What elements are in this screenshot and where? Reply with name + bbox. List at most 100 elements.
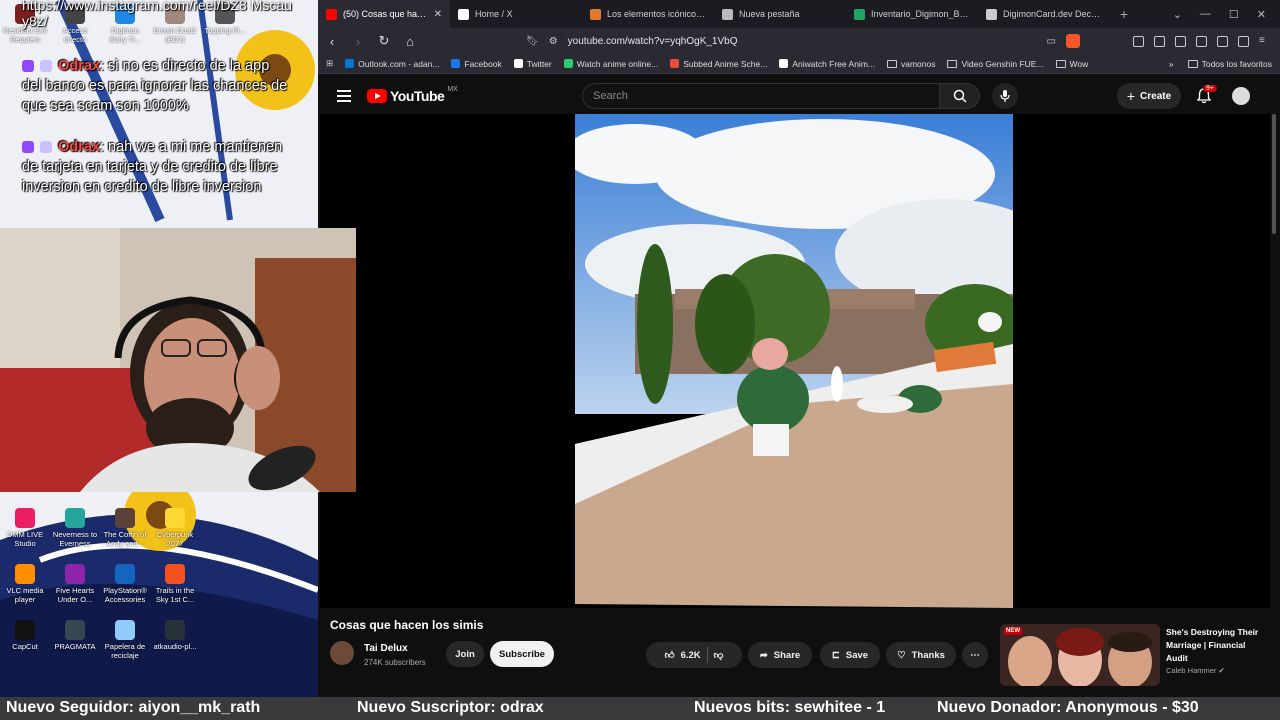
cast-icon[interactable]: ▭ <box>1047 36 1056 47</box>
desktop-shortcut[interactable]: CapCut <box>2 620 48 651</box>
tab-favicon-icon <box>854 8 865 20</box>
search-button[interactable] <box>940 83 980 109</box>
join-label: Join <box>455 648 475 660</box>
desktop-shortcut[interactable]: DMM LIVE Studio <box>2 508 48 548</box>
subscribe-button[interactable]: Subscribe <box>490 641 554 667</box>
desktop-shortcut[interactable]: PlayStation® Accessories <box>102 564 148 604</box>
channel-name[interactable]: Tai Delux <box>364 643 408 654</box>
desktop-shortcut-label: Papelera de reciclaje <box>104 642 146 660</box>
recommended-video[interactable]: NEW She's Destroying Their Marriage | Fi… <box>1000 624 1270 686</box>
dislike-button[interactable]: 👎︎ <box>714 649 724 661</box>
browser-tab[interactable]: (50) Cosas que hacen ✕ <box>318 0 450 28</box>
apps-grid-icon[interactable]: ⊞ <box>326 58 333 69</box>
desktop-shortcut[interactable]: The Coffin of Andy and... <box>102 508 148 548</box>
new-tab-button[interactable]: + <box>1110 6 1138 22</box>
bookmark-label: Facebook <box>464 58 502 69</box>
reload-icon[interactable]: ↻ <box>376 33 392 49</box>
tab-favicon-icon <box>986 8 997 20</box>
back-icon[interactable]: ‹ <box>324 34 340 49</box>
desktop-shortcut[interactable]: Neverness to Everness <box>52 508 98 548</box>
bookmark-icon[interactable]: 🔖︎ <box>526 36 539 47</box>
home-icon[interactable]: ⌂ <box>402 34 418 49</box>
desktop-shortcut[interactable]: Cyberpunk 2077 <box>152 508 198 548</box>
music-icon[interactable] <box>1175 35 1186 47</box>
page-scrollbar[interactable] <box>1270 114 1278 684</box>
account-avatar[interactable] <box>1232 87 1250 105</box>
bookmark-label: Video Genshin FUE... <box>961 58 1044 69</box>
browser-tab[interactable]: Los elementos icónicos insp <box>582 0 714 28</box>
close-icon[interactable]: ✕ <box>1257 8 1266 21</box>
webcam-image <box>0 228 356 492</box>
bookmark-favicon-icon <box>670 59 680 68</box>
recommended-thumbnail[interactable]: NEW <box>1000 624 1160 686</box>
bookmark-item[interactable]: Subbed Anime Sche... <box>670 59 767 69</box>
all-bookmarks-folder[interactable]: Todos los favoritos <box>1187 59 1272 69</box>
brave-shield-icon[interactable] <box>1066 34 1080 48</box>
share-button[interactable]: ➦ Share <box>748 642 812 668</box>
channel-avatar[interactable] <box>330 641 354 665</box>
bookmark-item[interactable]: Facebook <box>451 58 502 69</box>
youtube-wordmark: YouTube <box>390 88 445 104</box>
bookmark-item[interactable]: Video Genshin FUE... <box>947 58 1044 69</box>
minimize-icon[interactable]: — <box>1200 8 1211 21</box>
wallet-icon[interactable] <box>1217 35 1228 47</box>
recommended-title[interactable]: She's Destroying Their Marriage | Financ… <box>1166 626 1266 665</box>
vpn-icon[interactable] <box>1238 35 1249 47</box>
maximize-icon[interactable]: ☐ <box>1229 8 1239 21</box>
browser-tab-bar: (50) Cosas que hacen ✕ Home / X Los element… <box>318 0 1280 28</box>
verified-icon: ✔ <box>1218 666 1225 675</box>
recommended-channel[interactable]: Caleb Hammer <box>1166 666 1216 675</box>
browser-tab[interactable]: Inventario_Digimon_Base - <box>846 0 978 28</box>
video-frame[interactable] <box>575 114 1013 608</box>
app-icon <box>165 620 185 640</box>
bookmark-item[interactable]: Aniwatch Free Anim... <box>779 59 875 69</box>
bookmark-item[interactable]: vamonos <box>886 59 935 69</box>
desktop-shortcut-label: DMM LIVE Studio <box>6 530 44 548</box>
voice-search-button[interactable] <box>992 83 1018 109</box>
desktop-shortcut[interactable]: Five Hearts Under O... <box>52 564 98 604</box>
app-icon <box>15 508 35 528</box>
folder-icon <box>947 59 958 68</box>
sidebar-icon[interactable] <box>1196 35 1207 47</box>
bookmark-label: Aniwatch Free Anim... <box>792 58 875 69</box>
like-count: 6.2K <box>680 649 701 661</box>
desktop-shortcut[interactable]: Papelera de reciclaje <box>102 620 148 660</box>
ticker-bits: Nuevos bits: sewhitee - 1 <box>694 699 886 716</box>
thanks-button[interactable]: ♡ Thanks <box>886 642 956 668</box>
chat-url-message: https://www.instagram.com/reel/DZ8 Mscau… <box>22 0 292 29</box>
video-player[interactable] <box>320 114 1270 608</box>
search-input[interactable] <box>582 83 940 109</box>
subscriber-badge-icon <box>40 60 53 73</box>
browser-tab[interactable]: Home / X <box>450 0 582 28</box>
desktop-shortcut[interactable]: atkaudio-pl... <box>152 620 198 651</box>
desktop-shortcut[interactable]: PRAGMATA <box>52 620 98 651</box>
browser-tab[interactable]: DigimonCard.dev Deck Buil <box>978 0 1110 28</box>
forward-icon[interactable]: › <box>350 34 366 49</box>
youtube-logo[interactable]: YouTube MX <box>367 86 458 104</box>
address-bar[interactable]: 🔖︎ ⚙︎ youtube.com/watch?v=yqhOgK_1VbQ ▭ <box>518 30 1088 52</box>
save-button[interactable]: ⊏ Save <box>820 642 880 668</box>
scrollbar-thumb[interactable] <box>1272 114 1276 234</box>
notification-count-badge: 9+ <box>1203 85 1217 92</box>
close-tab-icon[interactable]: ✕ <box>434 9 442 20</box>
more-bookmarks-icon[interactable]: » <box>1169 59 1174 69</box>
menu-icon[interactable] <box>337 90 351 102</box>
desktop-shortcut-label: Neverness to Everness <box>52 530 98 548</box>
bookmark-item[interactable]: Watch anime online... <box>563 59 658 69</box>
bookmark-item[interactable]: Wow <box>1055 59 1088 69</box>
like-button[interactable]: 👍︎ 6.2K <box>665 649 701 662</box>
menu-icon[interactable]: ≡ <box>1259 35 1270 47</box>
extension-icon[interactable] <box>1133 35 1144 47</box>
puzzle-icon[interactable] <box>1154 35 1165 47</box>
chevron-down-icon[interactable]: ⌄ <box>1173 8 1182 21</box>
join-button[interactable]: Join <box>446 641 484 667</box>
desktop-shortcut[interactable]: VLC media player <box>2 564 48 604</box>
create-button[interactable]: + Create <box>1117 83 1181 109</box>
browser-tab[interactable]: Nueva pestaña <box>714 0 846 28</box>
site-info-icon[interactable]: ⚙︎ <box>549 36 558 47</box>
bookmark-item[interactable]: Outlook.com - adan... <box>345 59 439 69</box>
tab-favicon-icon <box>458 8 469 20</box>
more-actions-button[interactable]: ⋯ <box>962 642 988 668</box>
desktop-shortcut[interactable]: Trails in the Sky 1st C... <box>152 564 198 604</box>
bookmark-item[interactable]: Twitter <box>513 59 552 69</box>
